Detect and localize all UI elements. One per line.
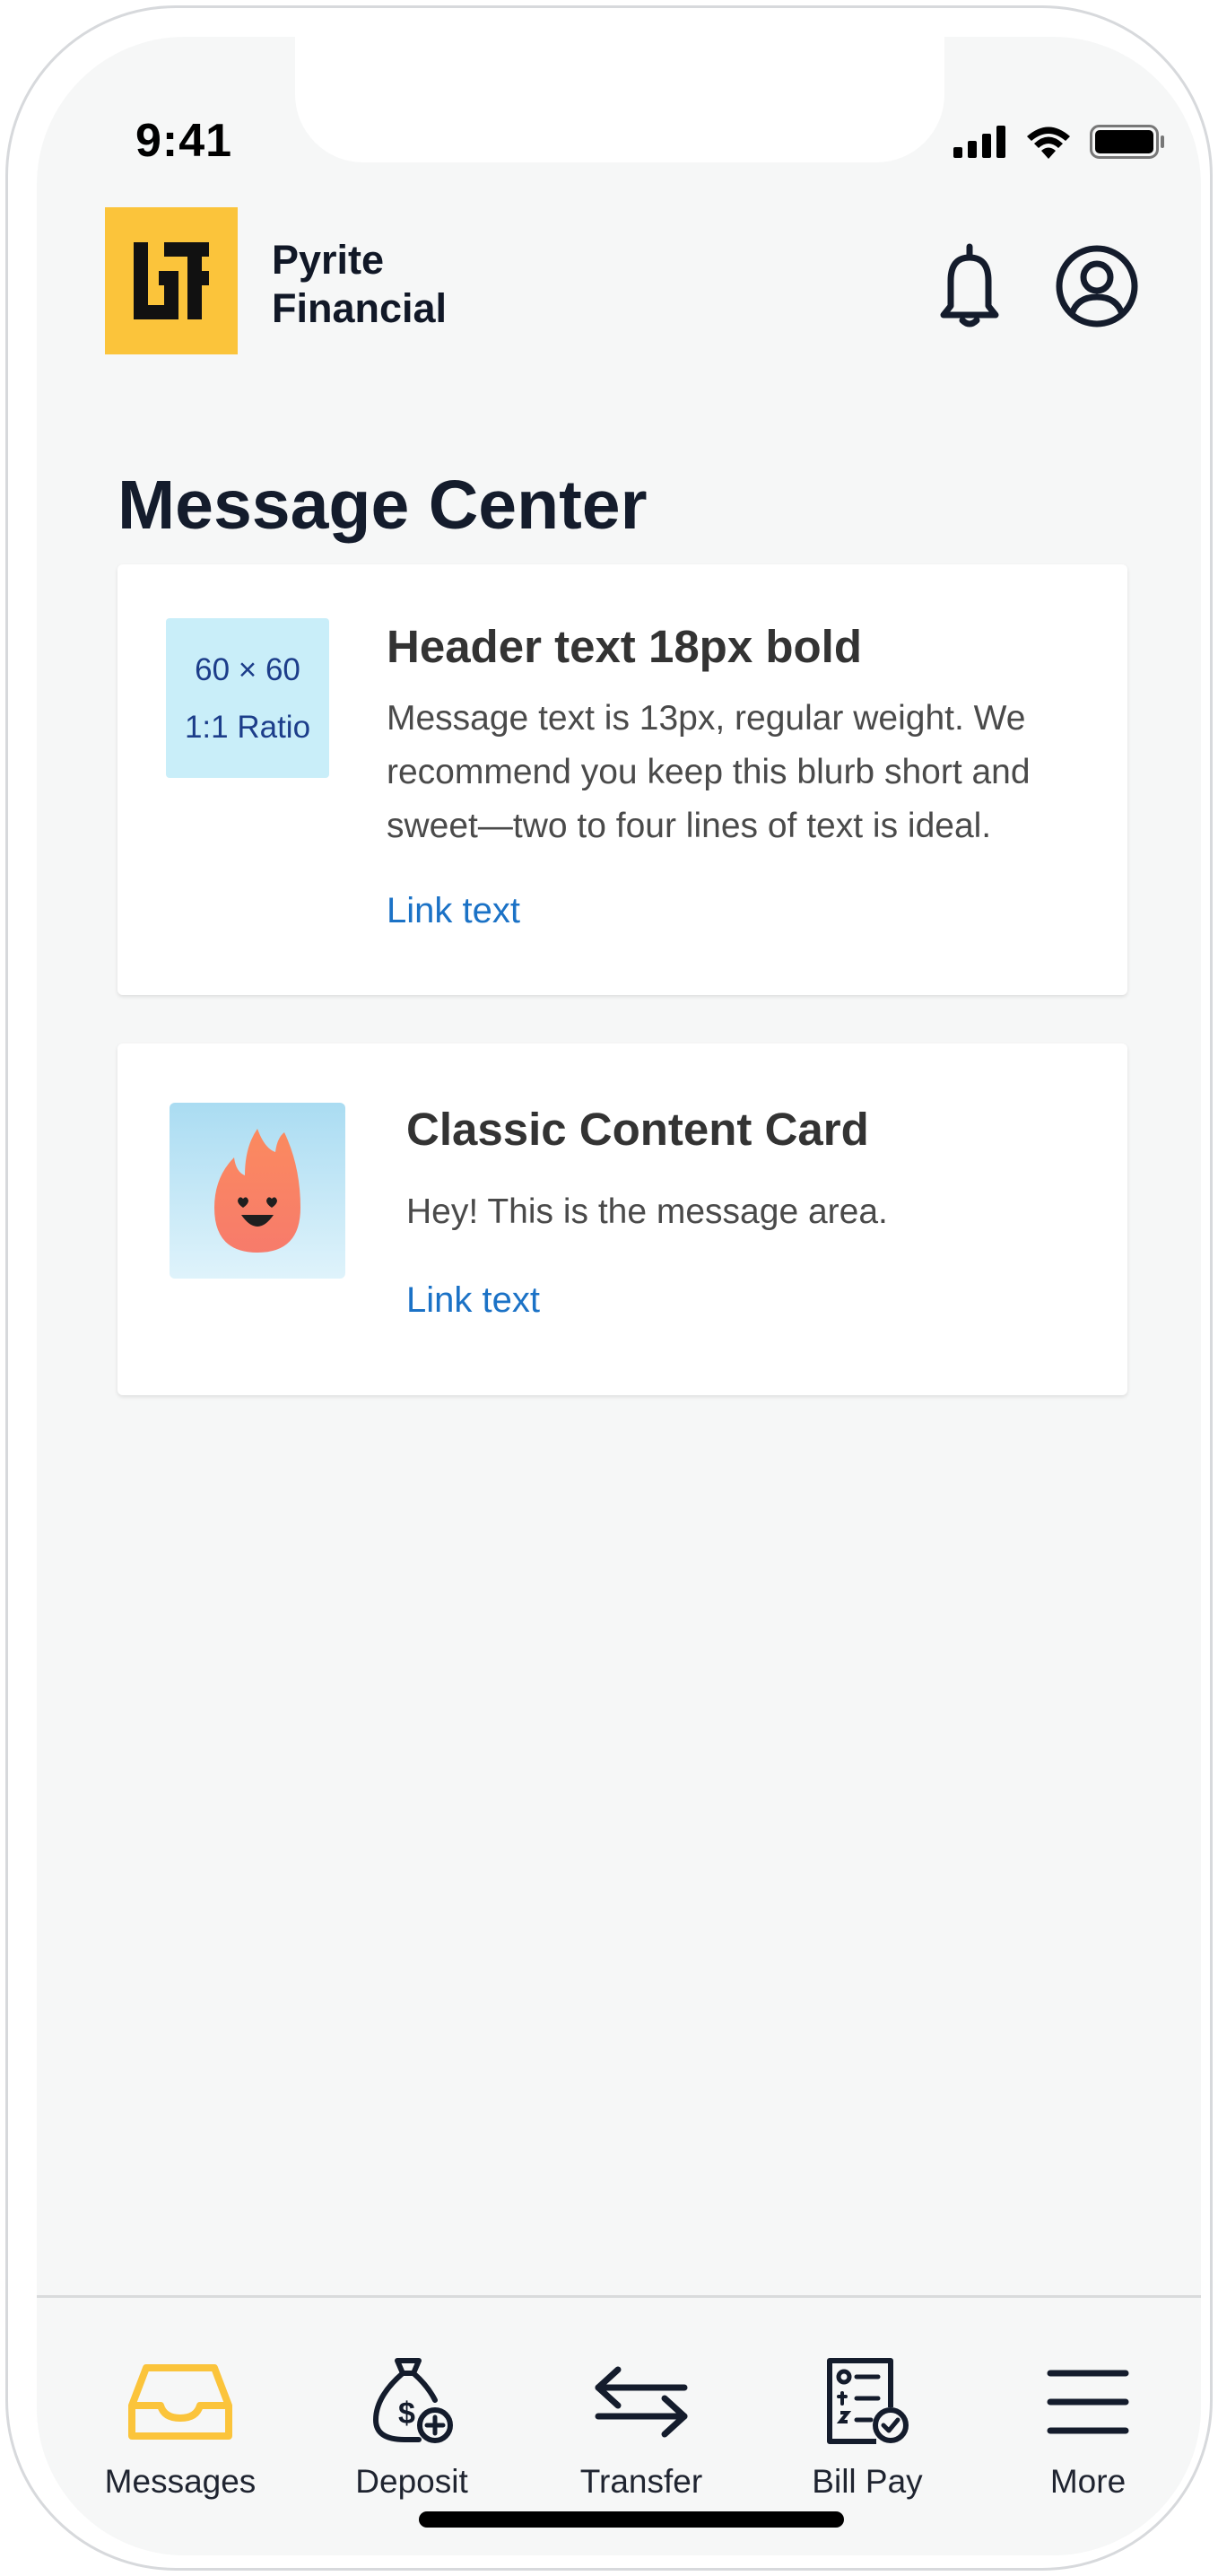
tab-label: Deposit xyxy=(355,2463,468,2500)
tab-label: Messages xyxy=(104,2463,257,2500)
placeholder-ratio-label: 1:1 Ratio xyxy=(184,710,311,745)
card-link[interactable]: Link text xyxy=(406,1280,540,1321)
notch xyxy=(295,37,944,162)
notifications-button[interactable] xyxy=(925,241,1014,331)
bell-icon xyxy=(940,243,999,327)
money-bag-icon: $ xyxy=(372,2358,453,2443)
card-message: Hey! This is the message area. xyxy=(406,1192,888,1231)
card-image xyxy=(170,1103,345,1279)
svg-text:$: $ xyxy=(398,2397,415,2431)
card-title: Header text 18px bold xyxy=(387,621,862,672)
card-title: Classic Content Card xyxy=(406,1104,869,1155)
status-time: 9:41 xyxy=(135,115,233,167)
card-link[interactable]: Link text xyxy=(387,891,520,931)
brand-name: Pyrite Financial xyxy=(272,236,447,333)
wifi-icon xyxy=(1027,127,1070,159)
card-message: Message text is 13px, regular weight. We… xyxy=(387,699,1031,845)
inbox-icon xyxy=(128,2364,232,2440)
cellular-signal-icon xyxy=(953,126,1005,158)
image-placeholder: 60 × 60 1:1 Ratio xyxy=(166,618,329,778)
tab-label: Bill Pay xyxy=(812,2463,923,2500)
content-card[interactable]: 60 × 60 1:1 Ratio Header text 18px bold … xyxy=(117,564,1127,995)
page-title: Message Center xyxy=(117,467,648,544)
tab-more[interactable]: More xyxy=(998,2357,1178,2501)
tab-deposit[interactable]: $ Deposit xyxy=(322,2357,501,2501)
pyrite-logo-icon xyxy=(134,242,209,319)
home-indicator xyxy=(419,2511,844,2528)
tab-transfer[interactable]: Transfer xyxy=(552,2357,731,2501)
tab-bill-pay[interactable]: Bill Pay xyxy=(778,2357,957,2501)
tab-label: More xyxy=(1049,2463,1127,2500)
user-profile-icon xyxy=(1056,245,1138,327)
status-icons xyxy=(953,125,1165,159)
screen: 9:41 Pyrite Financial Message Center 60 … xyxy=(37,37,1201,2555)
placeholder-size-label: 60 × 60 xyxy=(195,652,300,687)
transfer-arrows-icon xyxy=(595,2366,688,2438)
phone-frame: 9:41 Pyrite Financial Message Center 60 … xyxy=(5,5,1213,2571)
brand-name-line1: Pyrite xyxy=(272,237,385,283)
tab-label: Transfer xyxy=(579,2463,703,2500)
bill-icon xyxy=(827,2358,909,2444)
content-card[interactable]: Classic Content Card Hey! This is the me… xyxy=(117,1043,1127,1395)
battery-icon xyxy=(1090,125,1164,159)
flame-mascot-icon xyxy=(214,1129,300,1253)
profile-button[interactable] xyxy=(1052,241,1142,331)
brand-logo xyxy=(105,207,238,354)
brand-name-line2: Financial xyxy=(272,285,448,331)
tab-messages[interactable]: Messages xyxy=(91,2357,270,2501)
menu-icon xyxy=(1047,2370,1129,2434)
